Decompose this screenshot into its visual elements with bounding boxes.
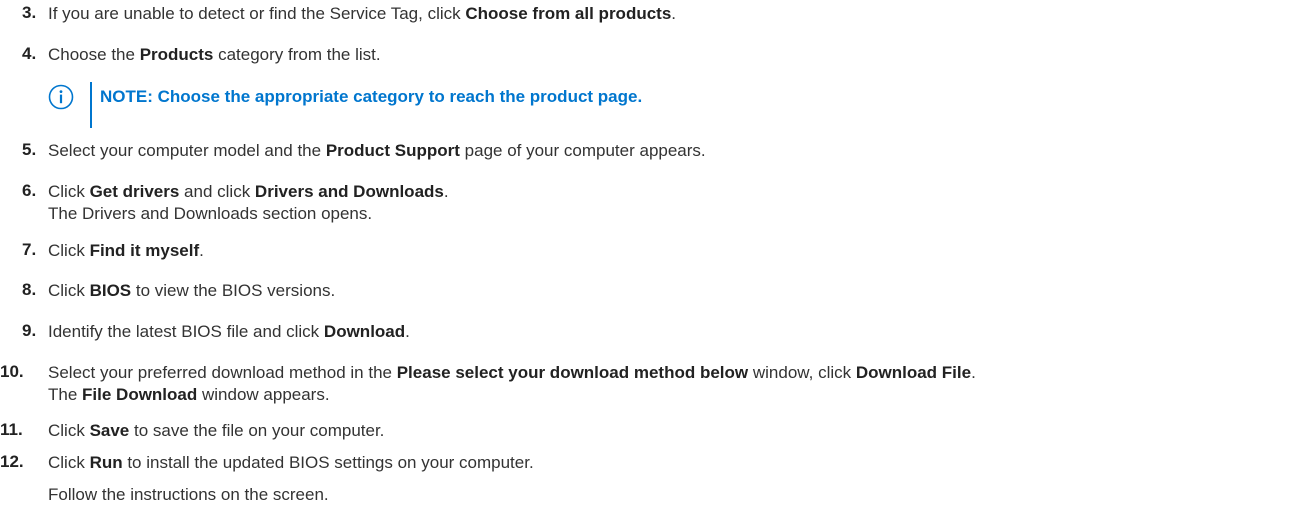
step-text: Click Get drivers and click Drivers and … [48,182,449,223]
ui-term: Please select your download method below [396,363,749,382]
ui-term: Find it myself [89,241,200,260]
ui-term: Download File [855,363,972,382]
step-text: Click Find it myself. [48,241,204,260]
step-number: 10. [0,362,24,381]
step-text: Click Run to install the updated BIOS se… [48,453,534,472]
step-number: 11. [0,420,23,439]
step-result: The File Download window appears. [48,385,330,404]
step-text: Identify the latest BIOS file and click … [48,322,410,341]
ui-term: File Download [82,385,198,404]
ui-term: Save [89,421,130,440]
info-icon [48,84,74,110]
step-text: Select your computer model and the Produ… [48,141,706,160]
step-number: 12. [0,452,24,471]
ui-term: BIOS [89,281,132,300]
step-result: The Drivers and Downloads section opens. [48,204,373,223]
ui-term: Run [89,453,123,472]
note-text: NOTE: Choose the appropriate category to… [100,87,643,106]
ui-term: Get drivers [89,182,180,201]
ui-term: Products [139,45,214,64]
ui-term: Download [323,322,406,341]
step-text: Click BIOS to view the BIOS versions. [48,281,336,300]
ui-term: Choose from all products [465,4,672,23]
step-text: Select your preferred download method in… [48,363,976,404]
note-divider [90,82,92,128]
ui-term: Product Support [325,141,460,160]
step-text: Click Save to save the file on your comp… [48,421,385,440]
follow-instructions-text: Follow the instructions on the screen. [48,485,329,504]
step-text: Choose the Products category from the li… [48,45,381,64]
ui-term: Drivers and Downloads [254,182,444,201]
note-callout: NOTE: Choose the appropriate category to… [48,82,948,128]
step-text: If you are unable to detect or find the … [48,4,677,23]
